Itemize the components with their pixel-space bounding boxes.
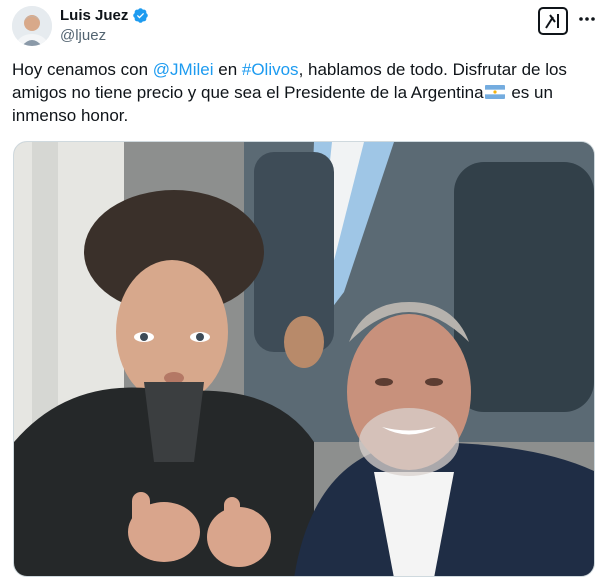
tweet-text: Hoy cenamos con @JMilei en #Olivos, habl… bbox=[12, 58, 596, 127]
person-avatar-icon bbox=[12, 6, 52, 46]
more-options-button[interactable] bbox=[576, 8, 598, 30]
tweet-text-line-3: inmenso honor. bbox=[12, 106, 129, 125]
photo-image bbox=[14, 142, 594, 576]
mention-link[interactable]: @JMilei bbox=[153, 60, 214, 79]
more-dots-icon bbox=[579, 17, 595, 21]
text-segment: , hablamos de todo. Disfrutar de los bbox=[298, 60, 567, 79]
hashtag-link[interactable]: #Olivos bbox=[242, 60, 299, 79]
text-segment: Hoy cenamos con bbox=[12, 60, 153, 79]
grok-button[interactable] bbox=[538, 7, 568, 35]
author-name-row: Luis Juez bbox=[60, 7, 149, 24]
tweet-card: Luis Juez @ljuez Hoy cenamos con @JMilei… bbox=[0, 0, 610, 584]
author-avatar[interactable] bbox=[12, 6, 52, 46]
author-display-name[interactable]: Luis Juez bbox=[60, 7, 128, 24]
text-segment: amigos no tiene precio y que sea el Pres… bbox=[12, 83, 484, 102]
argentina-flag-icon bbox=[484, 85, 505, 99]
tweet-photo[interactable] bbox=[13, 141, 595, 577]
tweet-text-line-1: Hoy cenamos con @JMilei en #Olivos, habl… bbox=[12, 58, 596, 81]
tweet-text-line-2: amigos no tiene precio y que sea el Pres… bbox=[12, 81, 596, 104]
verified-badge-icon bbox=[133, 8, 149, 23]
text-segment: es un bbox=[506, 83, 553, 102]
text-segment: en bbox=[213, 60, 242, 79]
grok-icon bbox=[545, 14, 559, 29]
author-handle[interactable]: @ljuez bbox=[60, 27, 106, 44]
